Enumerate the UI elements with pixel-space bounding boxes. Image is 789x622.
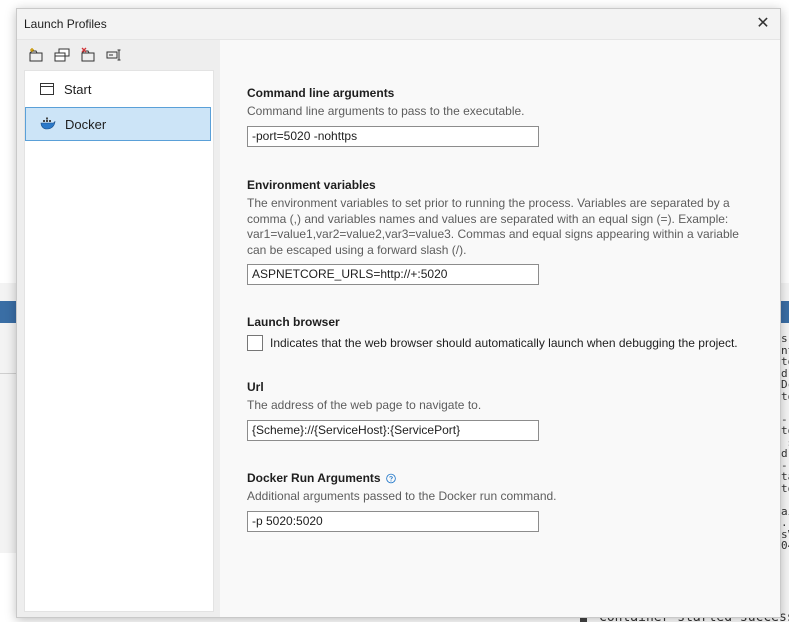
docker-run-description: Additional arguments passed to the Docke… [247,489,557,503]
docker-run-title: Docker Run Arguments [247,471,381,485]
background-code: s nt to d. Dc to - to s d - ta to ai . s… [781,332,789,552]
profile-item-docker[interactable]: Docker [25,107,211,141]
profile-list: Start Docker [24,70,214,612]
rename-profile-icon[interactable] [105,46,123,64]
url-description: The address of the web page to navigate … [247,398,482,412]
new-profile-icon[interactable] [27,46,45,64]
command-line-title: Command line arguments [247,86,395,100]
profiles-toolbar [27,44,123,66]
profiles-pane: Start Docker [17,40,220,617]
launch-profiles-dialog: Launch Profiles ✕ Start Docker Command l… [16,8,781,618]
background-right-panel: s nt to d. Dc to - to s d - ta to ai . s… [780,283,789,622]
env-vars-title: Environment variables [247,178,376,192]
profile-label: Docker [65,116,107,132]
docker-run-section: Docker Run Arguments Additional argument… [247,471,747,532]
background-line [0,373,16,374]
window-icon [39,81,55,97]
profile-item-start[interactable]: Start [25,72,211,106]
env-vars-description-line: can be escaped using a forward slash (/)… [247,242,467,257]
help-icon[interactable] [385,473,396,484]
command-line-input[interactable] [247,125,539,147]
launch-browser-checkbox[interactable] [247,335,263,351]
env-vars-description-line: The environment variables to set prior t… [247,196,730,210]
command-line-description: Command line arguments to pass to the ex… [247,104,525,118]
delete-profile-icon[interactable] [79,46,97,64]
docker-run-input[interactable] [247,510,539,532]
env-vars-description: The environment variables to set prior t… [247,196,747,258]
launch-browser-title: Launch browser [247,315,340,329]
docker-run-title-row: Docker Run Arguments [247,471,747,485]
url-title: Url [247,380,264,394]
close-button[interactable]: ✕ [752,13,774,35]
background-left-strip [0,283,16,553]
env-vars-description-line: var1=value1,var2=value2,var3=value3. Com… [247,227,739,241]
copy-profile-icon[interactable] [53,46,71,64]
background-bar [0,301,16,323]
dialog-titlebar: Launch Profiles ✕ [17,9,780,40]
dialog-title: Launch Profiles [24,17,107,31]
background-bar [780,301,789,323]
profile-label: Start [64,81,92,97]
url-input[interactable] [247,419,539,441]
env-vars-input[interactable] [247,264,539,285]
profile-settings-pane: Command line arguments Command line argu… [220,40,780,617]
launch-browser-label: Indicates that the web browser should au… [270,336,738,350]
env-vars-description-line: comma (,) and variables names and values… [247,211,729,226]
url-section: Url The address of the web page to navig… [247,380,747,441]
command-line-section: Command line arguments Command line argu… [247,86,747,147]
docker-icon [40,116,56,132]
launch-browser-section: Launch browser Indicates that the web br… [247,315,747,351]
launch-browser-row: Indicates that the web browser should au… [247,335,747,351]
env-vars-section: Environment variables The environment va… [247,178,747,285]
